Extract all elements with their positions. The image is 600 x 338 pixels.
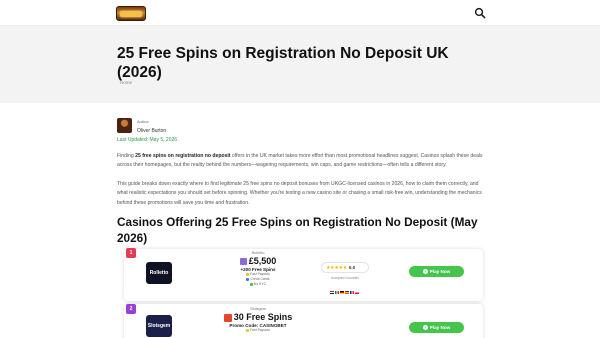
feature-item: Fast Payouts	[220, 328, 296, 333]
feature-label: Credit Cards	[250, 277, 270, 282]
play-icon	[422, 324, 428, 330]
intro-paragraph-1: Finding 25 free spins on registration no…	[117, 152, 487, 171]
rating-value: 5.0	[348, 265, 356, 270]
play-now-button[interactable]: Play Now	[409, 322, 464, 333]
feature-item: No KYC	[220, 282, 296, 287]
flag-icon	[340, 291, 344, 294]
gift-icon	[223, 313, 232, 322]
casino-brand-name: Rolletto	[251, 251, 265, 255]
casino-offer: Slotsgem 30 Free Spins Promo Code: CASIN…	[220, 307, 296, 333]
play-now-label: Play Now	[429, 325, 451, 330]
check-icon	[249, 283, 253, 287]
lightning-icon	[246, 328, 250, 332]
casino-logo[interactable]: Rolletto	[146, 262, 172, 284]
site-logo[interactable]	[116, 6, 146, 21]
star-rating-icons: ★★★★★	[326, 265, 347, 271]
gift-icon	[239, 258, 247, 266]
flag-icon	[345, 291, 349, 294]
bonus-amount: £5,500	[220, 256, 296, 266]
intro-p1-bold: 25 free spins on registration no deposit	[135, 153, 231, 159]
casino-brand-name: Slotsgem	[250, 307, 266, 311]
country-flags	[330, 281, 360, 294]
page-title: 25 Free Spins on Registration No Deposit…	[117, 45, 449, 81]
intro-paragraph-2: This guide breaks down exactly where to …	[117, 181, 482, 206]
author-avatar	[117, 118, 132, 133]
bonus-amount-text: £5,500	[248, 256, 277, 266]
casino-logo[interactable]: Slotsgem	[146, 315, 172, 337]
accepted-countries-label: Accepted Countries	[331, 276, 359, 280]
author-name-link[interactable]: Oliver Burton	[137, 128, 166, 134]
casino-list-heading: Casinos Offering 25 Free Spins on Regist…	[117, 215, 478, 245]
play-now-label: Play Now	[429, 269, 451, 274]
intro-p1-before: Finding	[117, 153, 136, 159]
lightning-icon	[246, 272, 250, 276]
search-icon[interactable]	[474, 7, 486, 19]
flag-icon	[335, 291, 339, 294]
author-role: Author	[137, 119, 149, 124]
logo-emblem	[120, 11, 142, 17]
play-now-button[interactable]: Play Now	[409, 266, 464, 277]
flag-icon	[350, 291, 354, 294]
rating-pill: ★★★★★ 5.0	[321, 262, 369, 273]
flag-icon	[355, 291, 359, 294]
feature-label: No KYC	[253, 282, 267, 287]
breadcrumb-home[interactable]: Home	[120, 80, 132, 85]
bonus-amount: 30 Free Spins	[220, 312, 296, 322]
rank-badge: 2	[126, 304, 136, 314]
top-navigation-bar	[0, 0, 600, 26]
bonus-amount-text: 30 Free Spins	[233, 312, 293, 322]
last-updated-date: Last Updated: May 5, 2026	[117, 137, 178, 143]
play-icon	[422, 268, 428, 274]
casino-offer: Rolletto £5,500 +200 Free Spins Fast Pay…	[220, 251, 296, 288]
feature-label: Fast Payouts	[250, 328, 270, 332]
feature-label: Fast Payouts	[250, 272, 270, 276]
rank-badge: 1	[126, 248, 136, 258]
flag-icon	[330, 291, 334, 294]
